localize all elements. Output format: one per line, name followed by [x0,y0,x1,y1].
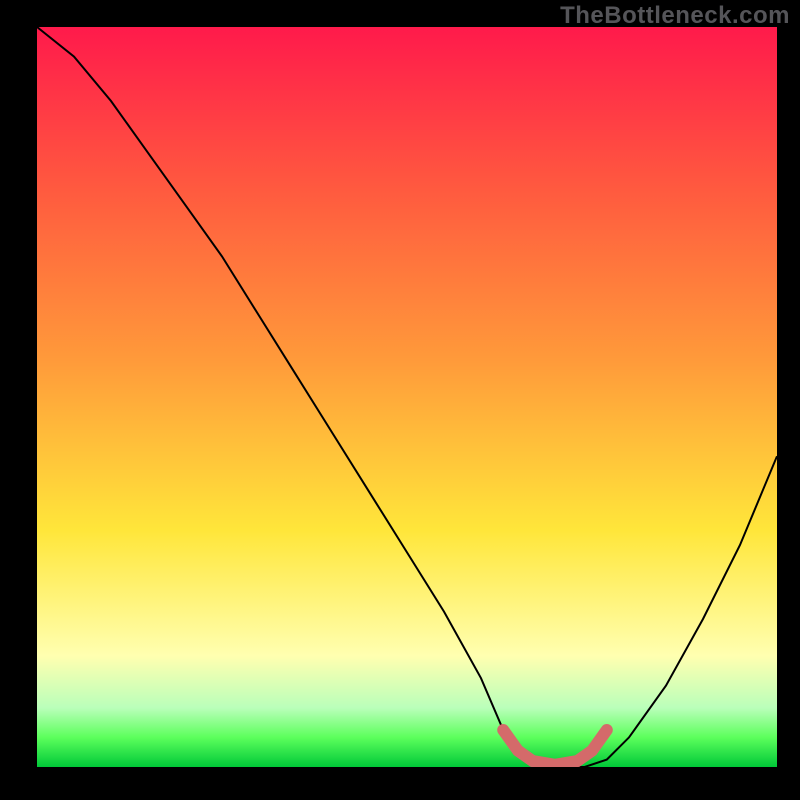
plot-area [37,27,777,767]
gradient-background [37,27,777,767]
chart-frame: TheBottleneck.com [0,0,800,800]
watermark-text: TheBottleneck.com [560,2,790,30]
chart-svg [37,27,777,767]
